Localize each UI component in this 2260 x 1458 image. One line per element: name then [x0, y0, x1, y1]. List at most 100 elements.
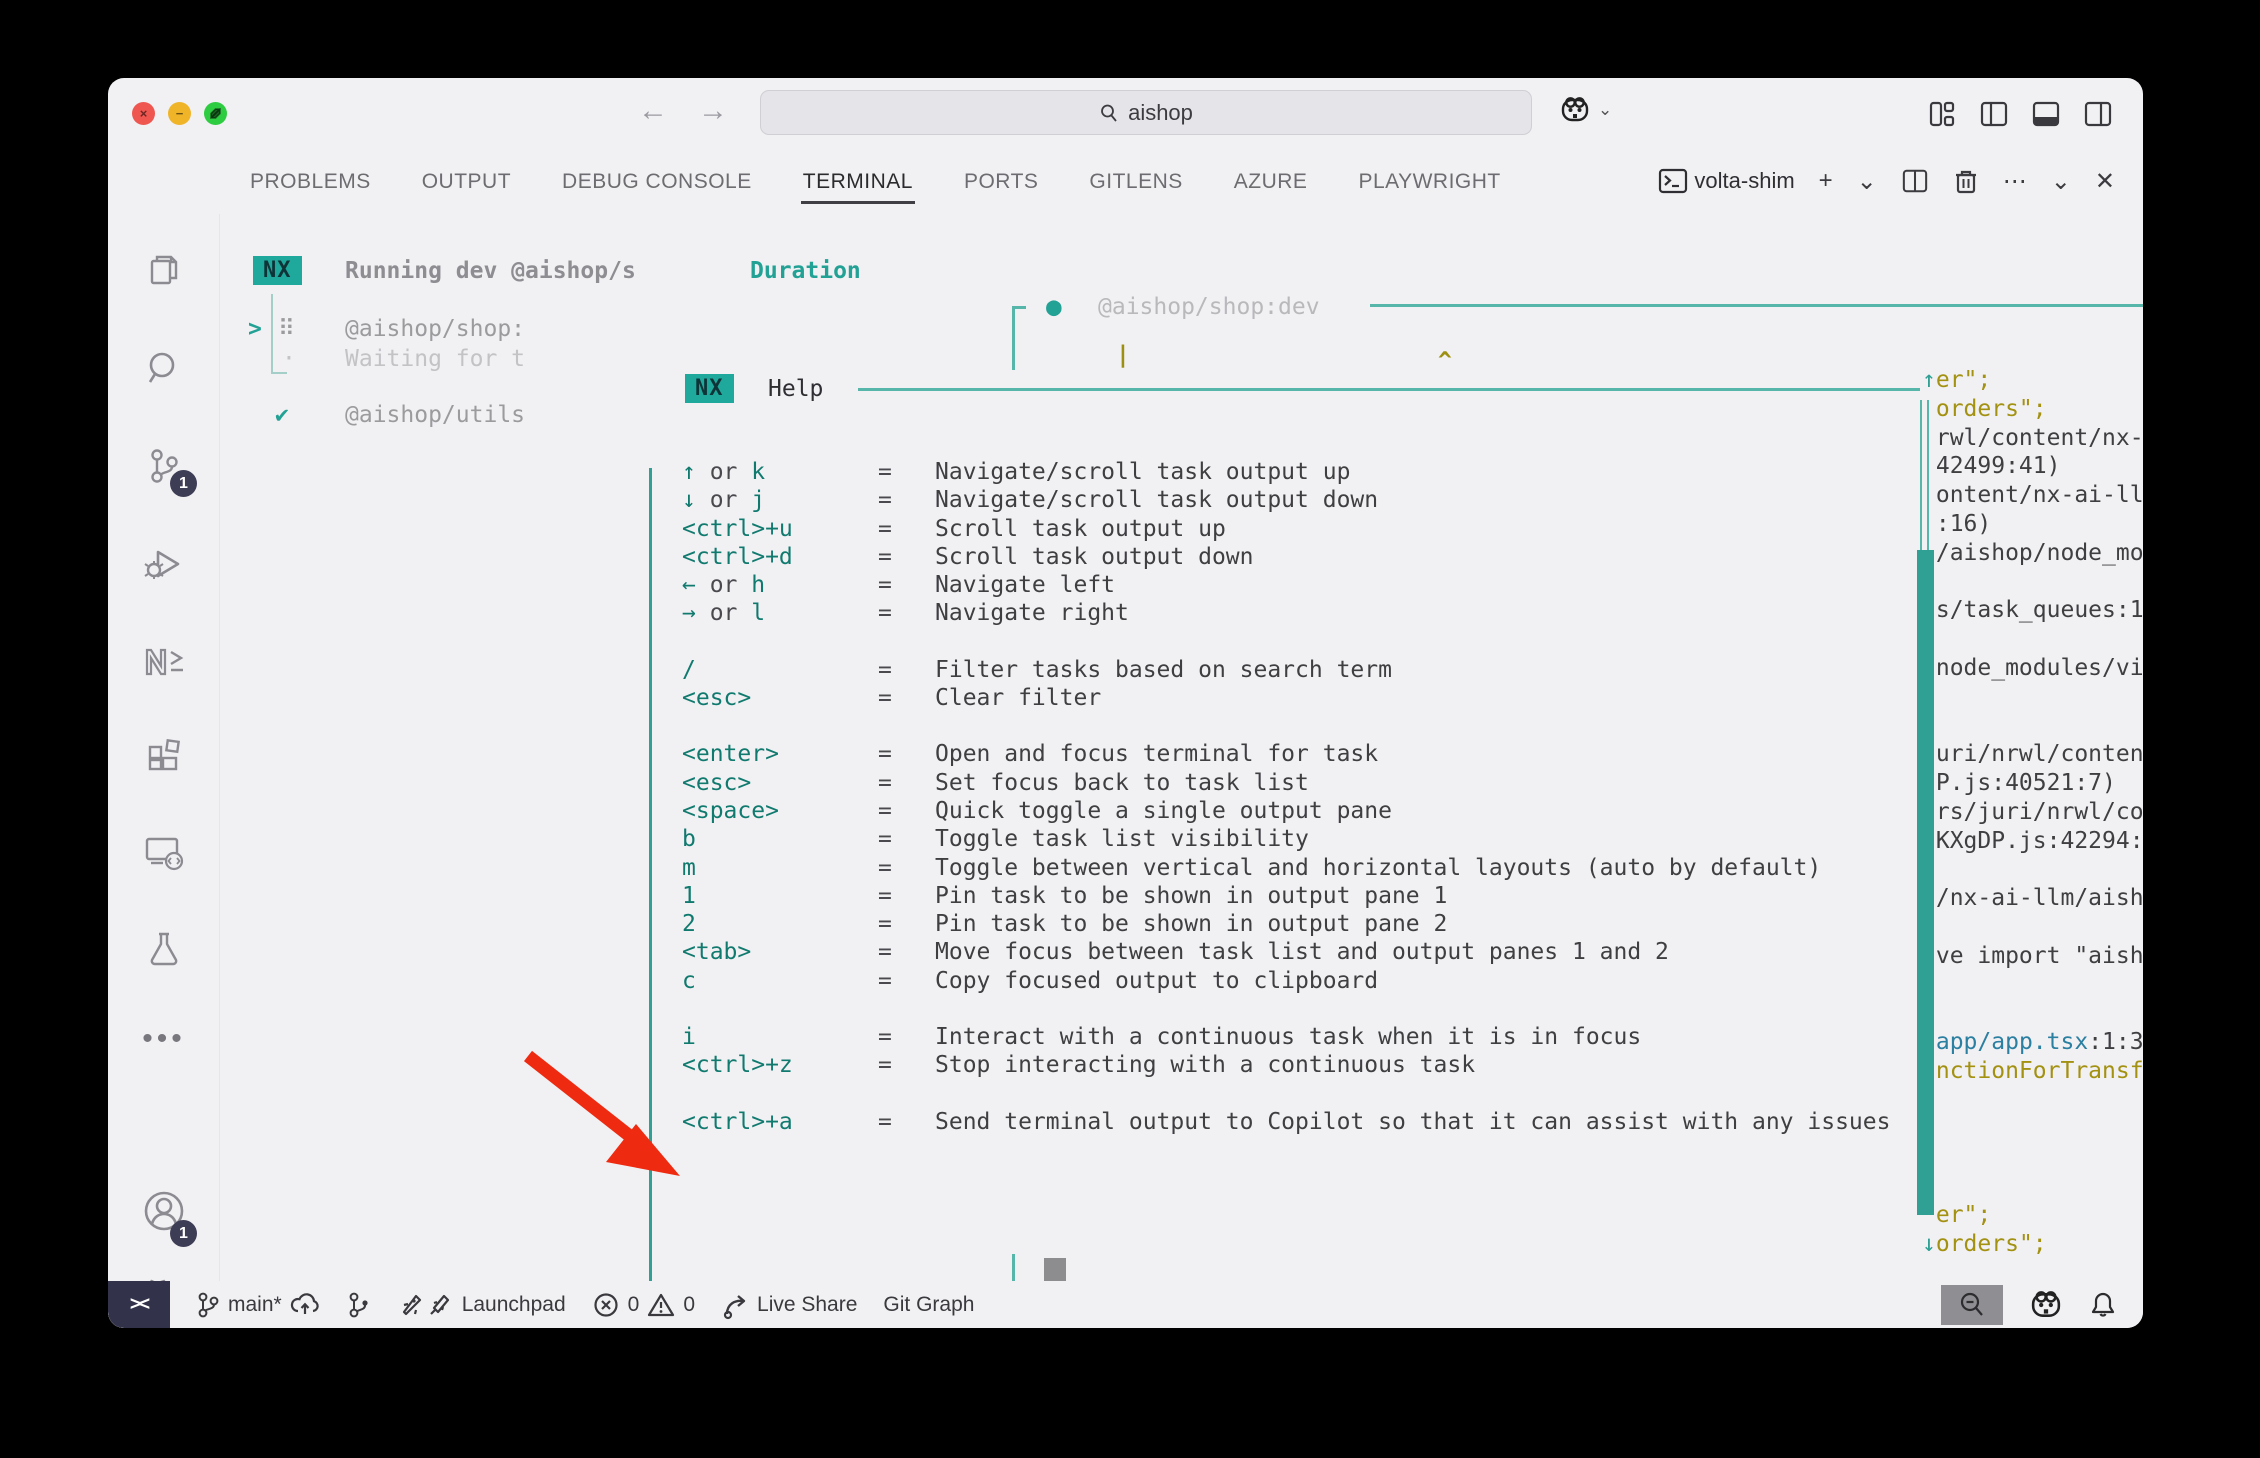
- remote-indicator[interactable]: ><: [108, 1281, 170, 1328]
- toggle-primary-sidebar-icon[interactable]: [1979, 100, 2009, 128]
- nav-forward-icon[interactable]: →: [698, 94, 728, 128]
- kill-terminal-trash-icon[interactable]: [1953, 167, 1979, 195]
- output-pane-corner: [1012, 306, 1015, 370]
- clipped-output-line: /aishop/node_mod: [1922, 539, 2143, 568]
- launchpad-item[interactable]: Launchpad: [398, 1290, 566, 1320]
- live-share-label: Live Share: [757, 1293, 857, 1317]
- sidebar-item-run-debug[interactable]: [108, 530, 220, 600]
- vscode-window: × − ← → aishop ⌄: [108, 78, 2143, 1328]
- equals-sign: =: [878, 882, 935, 910]
- sidebar-item-search[interactable]: [108, 334, 220, 404]
- shortcut-description: Navigate right: [935, 599, 1890, 627]
- clipped-output-line: [1922, 1000, 2143, 1029]
- notifications-bell-icon[interactable]: [2089, 1290, 2117, 1320]
- clipped-output-line: [1922, 1086, 2143, 1115]
- terminal-instance-label[interactable]: volta-shim: [1694, 168, 1794, 194]
- help-shortcut-row: /=Filter tasks based on search term: [682, 656, 1890, 684]
- panel-tab-debug-console[interactable]: DEBUG CONSOLE: [560, 156, 754, 206]
- clipped-output-line: P.js:40521:7): [1922, 769, 2143, 798]
- panel-tab-output[interactable]: OUTPUT: [420, 156, 513, 206]
- shortcut-key: 2: [682, 910, 878, 938]
- help-group: i=Interact with a continuous task when i…: [682, 1023, 1890, 1080]
- shortcut-description: Navigate/scroll task output down: [935, 486, 1890, 514]
- panel-tab-gitlens[interactable]: GITLENS: [1087, 156, 1184, 206]
- equals-sign: =: [878, 599, 935, 627]
- live-share-item[interactable]: Live Share: [721, 1290, 857, 1320]
- zoom-out-button[interactable]: [1941, 1285, 2003, 1325]
- equals-sign: =: [878, 1051, 935, 1079]
- terminal-cursor: |: [1116, 342, 1130, 368]
- help-group: <ctrl>+a=Send terminal output to Copilot…: [682, 1108, 1890, 1136]
- scm-badge: 1: [170, 470, 197, 497]
- shortcut-key: <ctrl>+u: [682, 515, 878, 543]
- minimize-window-button[interactable]: −: [168, 102, 191, 125]
- help-shortcut-row: m=Toggle between vertical and horizontal…: [682, 854, 1890, 882]
- shortcut-key: ↓ or j: [682, 486, 878, 514]
- equals-sign: =: [878, 740, 935, 768]
- clipped-output-line: [1922, 683, 2143, 712]
- help-shortcut-row: <ctrl>+a=Send terminal output to Copilot…: [682, 1108, 1890, 1136]
- copilot-menu-chevron-icon[interactable]: ⌄: [1598, 100, 1612, 120]
- customize-layout-icon[interactable]: [1927, 100, 1957, 128]
- clipped-output-line: [1922, 913, 2143, 942]
- copilot-icon[interactable]: [1560, 96, 1590, 124]
- copilot-status-icon[interactable]: [2029, 1290, 2063, 1320]
- split-terminal-icon[interactable]: [1901, 168, 1929, 194]
- shortcut-description: Quick toggle a single output pane: [935, 797, 1890, 825]
- panel-tab-playwright[interactable]: PLAYWRIGHT: [1356, 156, 1502, 206]
- shortcut-description: Filter tasks based on search term: [935, 656, 1890, 684]
- command-center-search[interactable]: aishop: [760, 90, 1532, 135]
- task-item-utils[interactable]: @aishop/utils: [345, 402, 525, 428]
- nav-back-icon[interactable]: ←: [638, 94, 668, 128]
- task-selected-prefix: >: [248, 316, 262, 342]
- git-graph-item[interactable]: Git Graph: [883, 1293, 974, 1317]
- panel-close-icon[interactable]: ✕: [2095, 167, 2115, 196]
- clipped-output-line: [1922, 971, 2143, 1000]
- accounts-icon[interactable]: 1: [108, 1176, 220, 1246]
- git-branch-item[interactable]: main*: [196, 1291, 320, 1319]
- sidebar-item-explorer[interactable]: [108, 236, 220, 306]
- task-item-shop[interactable]: @aishop/shop:: [345, 316, 525, 342]
- clipped-output-line: :16): [1922, 510, 2143, 539]
- shortcut-description: Scroll task output up: [935, 515, 1890, 543]
- shortcut-description: Navigate left: [935, 571, 1890, 599]
- shortcut-key: <esc>: [682, 769, 878, 797]
- more-views-ellipsis-icon[interactable]: •••: [108, 1004, 220, 1074]
- sidebar-item-testing[interactable]: [108, 914, 220, 984]
- panel-more-actions-icon[interactable]: ⋯: [2003, 167, 2027, 196]
- panel-tab-azure[interactable]: AZURE: [1232, 156, 1310, 206]
- clipped-output-line: [1922, 712, 2143, 741]
- panel-tab-ports[interactable]: PORTS: [962, 156, 1040, 206]
- equals-sign: =: [878, 486, 935, 514]
- new-terminal-button[interactable]: +: [1819, 167, 1833, 195]
- toggle-panel-icon[interactable]: [2031, 100, 2061, 128]
- terminal-icon: [1658, 167, 1688, 195]
- panel-tab-terminal[interactable]: TERMINAL: [801, 156, 915, 206]
- sidebar-item-source-control[interactable]: 1: [108, 432, 220, 502]
- right-scrollbar-track: [1920, 400, 1922, 550]
- terminal-dropdown-chevron[interactable]: ⌄: [1857, 167, 1877, 196]
- commit-graph-item[interactable]: [346, 1290, 372, 1320]
- shortcut-key: <ctrl>+z: [682, 1051, 878, 1079]
- terminal-content[interactable]: NX Running dev @aishop/s Duration > ⠿ @a…: [220, 214, 2143, 1281]
- help-group: /=Filter tasks based on search term<esc>…: [682, 656, 1890, 713]
- close-window-button[interactable]: ×: [132, 102, 155, 125]
- duration-column-label: Duration: [750, 258, 861, 284]
- sidebar-item-nx-console[interactable]: [108, 626, 220, 696]
- toggle-secondary-sidebar-icon[interactable]: [2083, 100, 2113, 128]
- sidebar-item-extensions[interactable]: [108, 720, 220, 790]
- clipped-output-line: [1922, 1172, 2143, 1201]
- help-shortcut-row: <space>=Quick toggle a single output pan…: [682, 797, 1890, 825]
- shortcut-description: Stop interacting with a continuous task: [935, 1051, 1890, 1079]
- help-shortcut-row: <tab>=Move focus between task list and o…: [682, 938, 1890, 966]
- right-scrollbar-thumb[interactable]: [1917, 550, 1934, 1215]
- git-graph-label: Git Graph: [883, 1293, 974, 1317]
- sidebar-item-remote-explorer[interactable]: [108, 818, 220, 888]
- panel-tab-problems[interactable]: PROBLEMS: [248, 156, 373, 206]
- clipped-output-line: uri/nrwl/content: [1922, 740, 2143, 769]
- search-icon: [1099, 103, 1119, 123]
- task-running-spinner-icon: ⠿: [278, 316, 295, 342]
- problems-item[interactable]: 0 0: [592, 1291, 695, 1319]
- panel-collapse-chevron[interactable]: ⌄: [2051, 167, 2071, 196]
- zoom-window-button[interactable]: [204, 102, 227, 125]
